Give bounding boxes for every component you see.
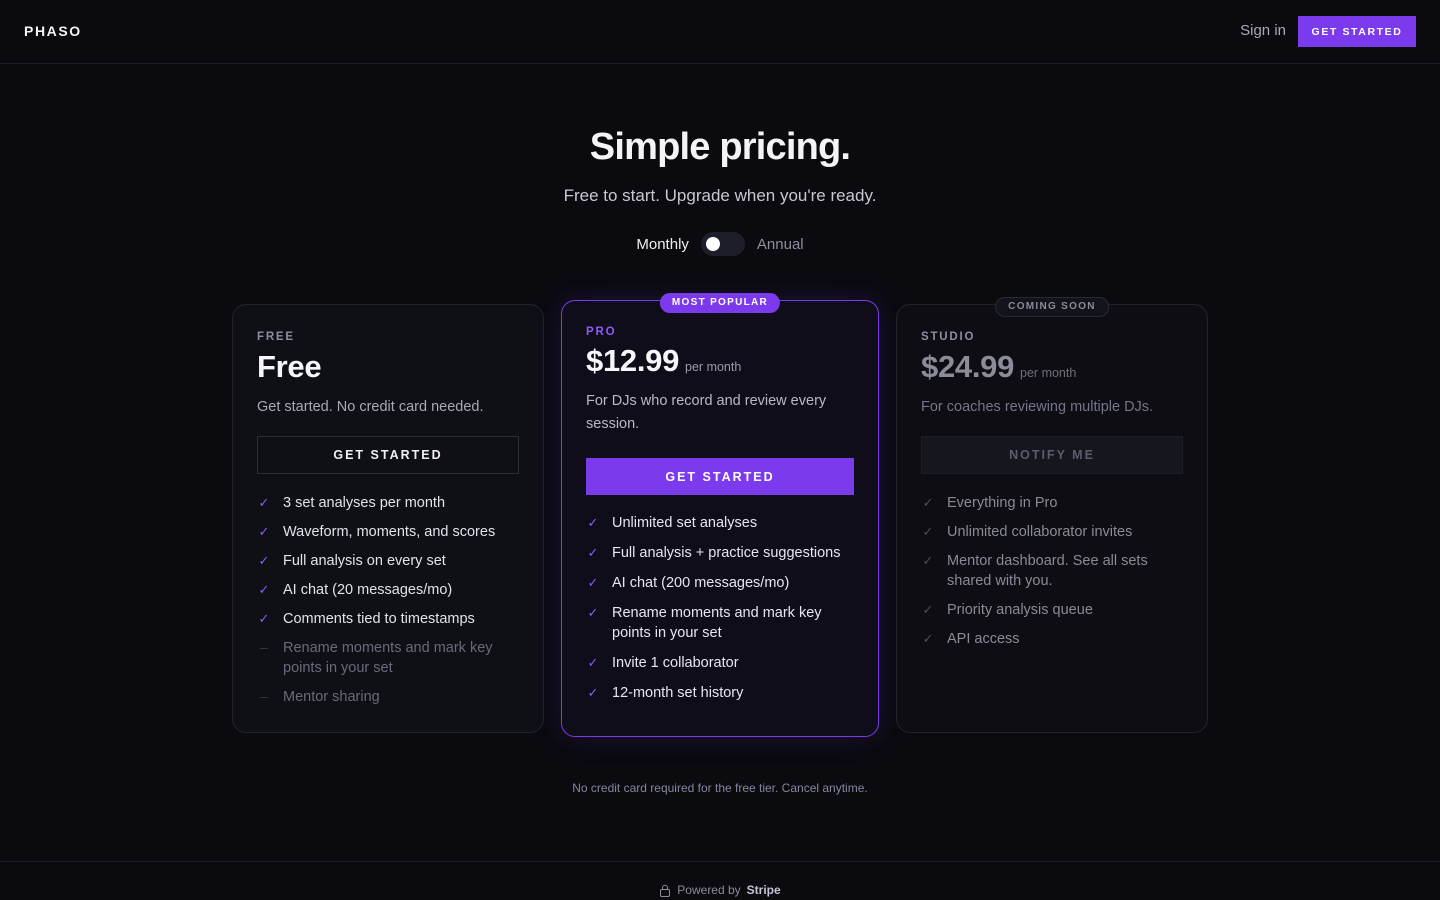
plan-card-free: FREE Free Get started. No credit card ne… — [232, 304, 544, 733]
billing-annual-label[interactable]: Annual — [757, 236, 804, 253]
feature-text: Full analysis on every set — [283, 553, 446, 569]
plan-tier-label: STUDIO — [921, 331, 976, 343]
feature-item: ✓ 3 set analyses per month — [257, 493, 527, 513]
sign-in-link[interactable]: Sign in — [1240, 22, 1286, 39]
check-icon: ✓ — [258, 582, 270, 597]
plan-price-row: $24.99 per month — [921, 349, 1076, 385]
feature-item: ✓ Full analysis on every set — [257, 551, 527, 571]
feature-item: ✓ AI chat (20 messages/mo) — [257, 580, 527, 600]
pricing-footnote: No credit card required for the free tie… — [572, 781, 868, 795]
feature-item: ✓ Unlimited collaborator invites — [921, 522, 1191, 542]
plan-price: $12.99 — [586, 343, 680, 378]
check-icon: ✓ — [258, 495, 270, 510]
feature-item: ✓ 12-month set history — [586, 683, 856, 703]
toggle-knob — [705, 237, 720, 251]
feature-text: AI chat (20 messages/mo) — [283, 582, 453, 598]
plan-features: ✓ Unlimited set analyses ✓ Full analysis + … — [586, 513, 856, 713]
feature-item: – Rename moments and mark key points in y… — [257, 638, 527, 678]
check-icon: ✓ — [587, 655, 599, 670]
plan-period: per month — [1020, 366, 1077, 380]
check-icon: ✓ — [922, 602, 934, 617]
plan-features: ✓ Everything in Pro ✓ Unlimited collaborato… — [921, 493, 1191, 658]
feature-text: AI chat (200 messages/mo) — [612, 575, 790, 591]
plan-card-studio: COMING SOON STUDIO $24.99 per month For … — [896, 297, 1208, 733]
feature-text: Mentor sharing — [283, 689, 380, 705]
feature-item: ✓ Mentor dashboard. See all sets shared w… — [921, 551, 1191, 591]
feature-item: ✓ Waveform, moments, and scores — [257, 522, 527, 542]
page-title: Simple pricing. — [589, 126, 851, 168]
dash-icon: – — [260, 640, 268, 655]
check-icon: ✓ — [922, 495, 934, 510]
check-icon: ✓ — [258, 611, 270, 626]
check-icon: ✓ — [922, 553, 934, 568]
feature-text: Priority analysis queue — [947, 602, 1093, 618]
plan-tier-label: FREE — [257, 331, 295, 343]
brand-logo[interactable]: PHASO — [24, 23, 82, 39]
check-icon: ✓ — [587, 575, 599, 590]
feature-text: Invite 1 collaborator — [612, 655, 739, 671]
page-subtitle: Free to start. Upgrade when you're ready… — [563, 186, 877, 205]
plan-description: For DJs who record and review every sess… — [586, 393, 827, 432]
feature-text: Comments tied to timestamps — [283, 611, 475, 627]
check-icon: ✓ — [587, 545, 599, 560]
notify-me-button[interactable]: NOTIFY ME — [921, 436, 1183, 474]
feature-item: ✓ Invite 1 collaborator — [586, 653, 856, 673]
feature-item: ✓ Comments tied to timestamps — [257, 609, 527, 629]
page-footer: Powered by Stripe — [0, 861, 1440, 900]
powered-by-label: Powered by — [677, 883, 741, 897]
nav-get-started-button[interactable]: GET STARTED — [1298, 16, 1416, 47]
feature-text: Everything in Pro — [947, 495, 1058, 511]
lock-icon — [660, 884, 671, 897]
plan-card-pro: MOST POPULAR PRO $12.99 per month For DJ… — [561, 293, 879, 737]
plan-description: Get started. No credit card needed. — [257, 399, 484, 415]
free-get-started-button[interactable]: GET STARTED — [257, 436, 519, 474]
top-nav: PHASO Sign in GET STARTED — [0, 0, 1440, 64]
dash-icon: – — [260, 689, 268, 704]
check-icon: ✓ — [587, 515, 599, 530]
stripe-label: Stripe — [746, 883, 781, 897]
plan-period: per month — [685, 360, 742, 374]
billing-period-switch: Monthly Annual — [0, 232, 1440, 256]
feature-item: ✓ AI chat (200 messages/mo) — [586, 573, 856, 593]
plan-price: $24.99 — [921, 349, 1015, 384]
plan-features: ✓ 3 set analyses per month ✓ Waveform, mome… — [257, 493, 527, 716]
feature-text: Rename moments and mark key points in yo… — [612, 605, 822, 641]
feature-item: ✓ Priority analysis queue — [921, 600, 1191, 620]
check-icon: ✓ — [258, 524, 270, 539]
billing-monthly-label[interactable]: Monthly — [636, 236, 689, 253]
feature-text: Unlimited collaborator invites — [947, 524, 1133, 540]
feature-item: ✓ Unlimited set analyses — [586, 513, 856, 533]
feature-text: 3 set analyses per month — [283, 495, 446, 511]
check-icon: ✓ — [587, 685, 599, 700]
most-popular-badge: MOST POPULAR — [659, 293, 781, 313]
plan-tier-label: PRO — [586, 326, 617, 338]
feature-item: ✓ Everything in Pro — [921, 493, 1191, 513]
feature-text: Waveform, moments, and scores — [283, 524, 496, 540]
feature-item: ✓ Rename moments and mark key points in y… — [586, 603, 856, 643]
check-icon: ✓ — [587, 605, 599, 620]
plan-description: For coaches reviewing multiple DJs. — [921, 399, 1154, 415]
feature-item: ✓ API access — [921, 629, 1191, 649]
powered-by-stripe: Powered by Stripe — [0, 883, 1440, 897]
feature-item: – Mentor sharing — [257, 687, 527, 707]
feature-text: Unlimited set analyses — [612, 515, 758, 531]
coming-soon-badge: COMING SOON — [995, 297, 1109, 317]
pro-get-started-button[interactable]: GET STARTED — [586, 458, 854, 495]
feature-text: API access — [947, 631, 1020, 647]
feature-item: ✓ Full analysis + practice suggestions — [586, 543, 856, 563]
check-icon: ✓ — [922, 524, 934, 539]
check-icon: ✓ — [258, 553, 270, 568]
feature-text: 12-month set history — [612, 685, 744, 701]
billing-toggle[interactable] — [700, 232, 745, 256]
feature-text: Full analysis + practice suggestions — [612, 545, 841, 561]
feature-text: Rename moments and mark key points in yo… — [283, 640, 493, 676]
plan-price-row: $12.99 per month — [586, 343, 741, 379]
feature-text: Mentor dashboard. See all sets shared wi… — [947, 553, 1148, 589]
plan-price-row: Free — [257, 349, 322, 385]
check-icon: ✓ — [922, 631, 934, 646]
plan-price: Free — [257, 349, 322, 384]
